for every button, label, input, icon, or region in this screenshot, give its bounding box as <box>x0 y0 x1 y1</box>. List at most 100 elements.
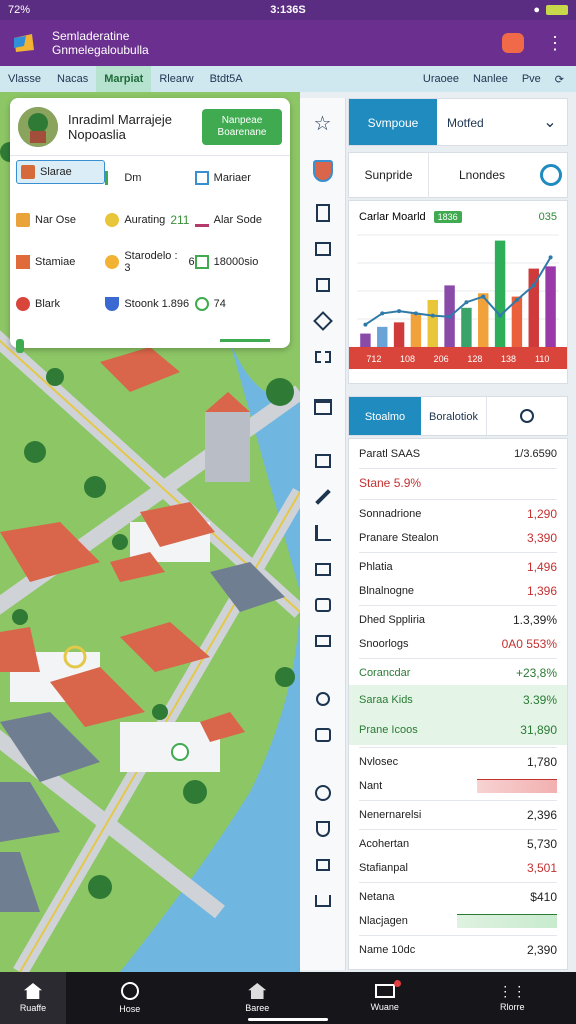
lock-icon[interactable] <box>312 854 334 876</box>
grid-cell-stamiae[interactable]: Stamiae <box>16 244 105 280</box>
folder-icon[interactable] <box>312 558 334 580</box>
nav-label: Hose <box>119 1004 141 1014</box>
tab-boralotiok[interactable]: Boralotiok <box>421 397 487 435</box>
grid-cell-label: Starodelo : 3 <box>124 250 178 274</box>
notification-dot <box>393 980 401 987</box>
list-item[interactable]: Name 10dc 2,390 <box>359 938 557 962</box>
chart-bar[interactable] <box>461 307 472 347</box>
diamond-icon[interactable] <box>312 688 334 710</box>
bar-chart-icon[interactable] <box>312 522 334 544</box>
list-item[interactable]: Nenernarelsi 2,396 <box>359 803 557 827</box>
avatar[interactable] <box>18 106 58 147</box>
list-item[interactable]: Nlacjagen <box>359 909 557 933</box>
list-item[interactable]: Nant <box>359 774 557 798</box>
tab-vlasse[interactable]: Vlasse <box>0 66 49 92</box>
search-icon[interactable] <box>487 397 567 435</box>
list-item-value: 3,501 <box>526 861 557 875</box>
box-icon[interactable] <box>312 724 334 746</box>
sync-icon[interactable]: ⟳ <box>555 73 564 86</box>
tab-marpiat[interactable]: Marpiat <box>96 66 152 92</box>
frame-icon[interactable] <box>312 274 334 296</box>
document-icon[interactable] <box>312 202 334 224</box>
list-item-highlight[interactable]: Saraa Kids 3.39% <box>349 685 567 715</box>
tab-uraoee[interactable]: Uraoee <box>423 73 459 85</box>
tab-stoalmo[interactable]: Stoalmo <box>349 397 421 435</box>
list-item[interactable]: Corancdar +23,8% <box>359 661 557 685</box>
chart-bar[interactable] <box>377 326 388 347</box>
info-card-stat-button[interactable]: Nanpeae Boarenane <box>202 108 282 145</box>
graph-icon <box>194 213 209 227</box>
info-card[interactable]: Inradiml Marrajeje Nopoaslia Nanpeae Boa… <box>10 98 290 353</box>
grid-cell-starodelo[interactable]: Starodelo : 36 <box>105 244 195 280</box>
card-icon[interactable] <box>312 630 334 652</box>
grid-cell-slarae[interactable]: Slarae <box>16 160 106 184</box>
list-item[interactable]: Nvlosec 1,780 <box>359 750 557 774</box>
tab-btdt5a[interactable]: Btdt5A <box>202 66 251 92</box>
chart-bar[interactable] <box>545 266 556 347</box>
grid-cell-toggle[interactable] <box>16 328 105 364</box>
nav-home[interactable]: Ruaffe <box>0 972 66 1024</box>
chart-bar[interactable] <box>494 240 506 347</box>
grid-cell-blark[interactable]: Blark <box>16 286 105 322</box>
chart-bar[interactable] <box>360 333 371 347</box>
grid-cell-aurating[interactable]: Aurating 211 <box>105 202 194 238</box>
app-logo-icon[interactable] <box>12 32 38 54</box>
tab-svmpoue[interactable]: Svmpoue <box>349 99 437 145</box>
list-item[interactable]: Acohertan 5,730 <box>359 832 557 856</box>
list-item[interactable]: Blnalnogne 1,396 <box>359 579 557 603</box>
house-icon <box>248 983 267 999</box>
stats-list: Paratl SAAS 1/3.6590 Stane 5.9% Sonnadri… <box>348 438 568 970</box>
list-item[interactable]: Dhed Sppliria 1.3,39% <box>359 608 557 632</box>
list-item-highlight[interactable]: Prane Icoos 31,890 <box>349 715 567 745</box>
list-item[interactable]: Snoorlogs 0A0 553% <box>359 632 557 656</box>
list-item-value: 2,390 <box>526 943 557 957</box>
grid-cell-nar-ose[interactable]: Nar Ose <box>16 202 105 238</box>
edit-icon[interactable] <box>312 450 334 472</box>
chart-point <box>464 300 469 305</box>
grid-icon[interactable] <box>312 346 334 368</box>
segment-sunpride[interactable]: Sunpride <box>349 152 429 198</box>
grid-cell-alar-sode[interactable]: Alar Sode <box>194 202 284 238</box>
nav-wuane[interactable]: Wuane <box>321 972 449 1024</box>
nav-baree[interactable]: Baree <box>194 972 322 1024</box>
more-vert-icon[interactable]: ⋮ <box>546 33 564 54</box>
list-item[interactable]: Sonnadrione 1,290 <box>359 502 557 526</box>
robot-icon[interactable] <box>502 33 524 53</box>
pin-icon <box>105 255 120 269</box>
tab-pve[interactable]: Pve <box>522 73 541 85</box>
grid-cell-dm[interactable]: Dm <box>105 160 194 196</box>
list-item[interactable]: Phlatia 1,496 <box>359 555 557 579</box>
star-icon[interactable]: ☆ <box>312 112 334 135</box>
clock: 3:136S <box>270 4 306 16</box>
grid-cell-mariaer[interactable]: Mariaer <box>194 160 284 196</box>
chart-bar[interactable] <box>427 299 438 347</box>
book-icon[interactable] <box>312 238 334 260</box>
tab-rlearw[interactable]: Rlearw <box>151 66 201 92</box>
tab-nanlee[interactable]: Nanlee <box>473 73 508 85</box>
badge-icon[interactable] <box>312 160 334 182</box>
grid-cell-74[interactable]: 74 <box>194 286 284 322</box>
bank-icon[interactable] <box>312 396 334 418</box>
list-item[interactable]: Netana $410 <box>359 885 557 909</box>
pencil-icon[interactable] <box>312 486 334 508</box>
list-item[interactable]: Pranare Stealon 3,390 <box>359 526 557 550</box>
shield-icon[interactable] <box>312 818 334 840</box>
nav-rlorre[interactable]: ⋮⋮ Rlorre <box>449 972 576 1024</box>
tab-motfed[interactable]: Motfed <box>437 99 533 145</box>
list-item-label: Nlacjagen <box>359 915 408 927</box>
tab-nacas[interactable]: Nacas <box>49 66 96 92</box>
camera-icon[interactable] <box>312 594 334 616</box>
chart-bar[interactable] <box>393 322 405 347</box>
settings-icon[interactable] <box>312 782 334 804</box>
cart-icon[interactable] <box>312 890 334 912</box>
chevron-down-icon[interactable]: ⌄ <box>533 99 567 145</box>
grid-cell-18000sio[interactable]: 18000sio <box>194 244 284 280</box>
chart-bar[interactable] <box>410 313 422 347</box>
target-icon[interactable] <box>535 164 567 186</box>
nav-hose[interactable]: Hose <box>66 972 194 1024</box>
list-item-label: Stafianpal <box>359 862 408 874</box>
list-item[interactable]: Stafianpal 3,501 <box>359 856 557 880</box>
segment-lnondes[interactable]: Lnondes <box>429 168 535 182</box>
grid-cell-stoonk[interactable]: Stoonk 1.896 <box>105 286 194 322</box>
tag-icon[interactable] <box>312 310 334 332</box>
